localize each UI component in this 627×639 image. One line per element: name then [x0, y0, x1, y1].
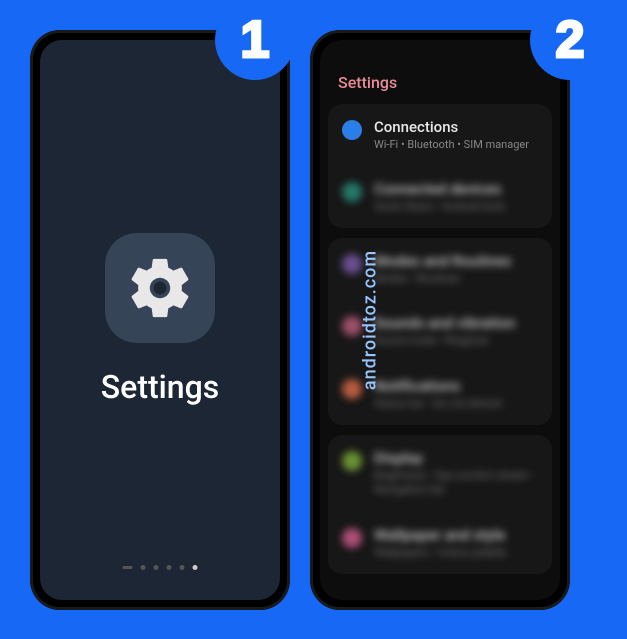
phone-step-2: Settings Connections Wi-Fi • Bluetooth •… [310, 30, 570, 610]
item-subtitle: Wi-Fi • Bluetooth • SIM manager [374, 138, 538, 152]
settings-card: Display Brightness • Eye comfort shield … [328, 435, 552, 574]
dot [154, 565, 159, 570]
step-badge-1: 1 [215, 0, 295, 80]
phone-step-1: Settings [30, 30, 290, 610]
badge-number: 1 [241, 10, 270, 70]
item-subtitle: Modes • Routines [374, 272, 538, 286]
item-title: Connections [374, 118, 538, 136]
settings-screen: Settings Connections Wi-Fi • Bluetooth •… [320, 40, 560, 600]
dot [167, 565, 172, 570]
wifi-icon [342, 120, 362, 140]
settings-list: Connections Wi-Fi • Bluetooth • SIM mana… [320, 104, 560, 574]
settings-item-display[interactable]: Display Brightness • Eye comfort shield … [328, 435, 552, 512]
item-title: Connected devices [374, 180, 538, 198]
display-icon [342, 451, 362, 471]
item-subtitle: Sound mode • Ringtone [374, 334, 538, 348]
settings-card: Connections Wi-Fi • Bluetooth • SIM mana… [328, 104, 552, 229]
watermark: androidtoz.com [360, 249, 381, 389]
item-subtitle: Wallpapers • Colour palette [374, 546, 538, 560]
item-title: Modes and Routines [374, 252, 538, 270]
item-subtitle: Brightness • Eye comfort shield • Naviga… [374, 469, 538, 498]
item-title: Wallpaper and style [374, 526, 538, 544]
item-subtitle: Status bar • Do not disturb [374, 397, 538, 411]
settings-item-wallpaper[interactable]: Wallpaper and style Wallpapers • Colour … [328, 512, 552, 574]
dot-active [193, 565, 198, 570]
wallpaper-icon [342, 528, 362, 548]
dot [180, 565, 185, 570]
step-badge-2: 2 [530, 0, 610, 80]
devices-icon [342, 182, 362, 202]
gear-icon [125, 253, 195, 323]
item-title: Display [374, 449, 538, 467]
badge-number: 2 [556, 10, 585, 70]
item-title: Sounds and vibration [374, 314, 538, 332]
page-indicator[interactable] [123, 565, 198, 570]
dot [123, 566, 133, 569]
item-title: Notifications [374, 377, 538, 395]
dot [141, 565, 146, 570]
settings-app-label: Settings [101, 368, 219, 406]
settings-item-connections[interactable]: Connections Wi-Fi • Bluetooth • SIM mana… [328, 104, 552, 166]
settings-app-icon[interactable] [105, 233, 215, 343]
settings-item-connected-devices[interactable]: Connected devices Quick Share • Android … [328, 166, 552, 228]
item-subtitle: Quick Share • Android Auto [374, 200, 538, 214]
settings-header: Settings [320, 65, 560, 104]
home-screen: Settings [40, 40, 280, 600]
